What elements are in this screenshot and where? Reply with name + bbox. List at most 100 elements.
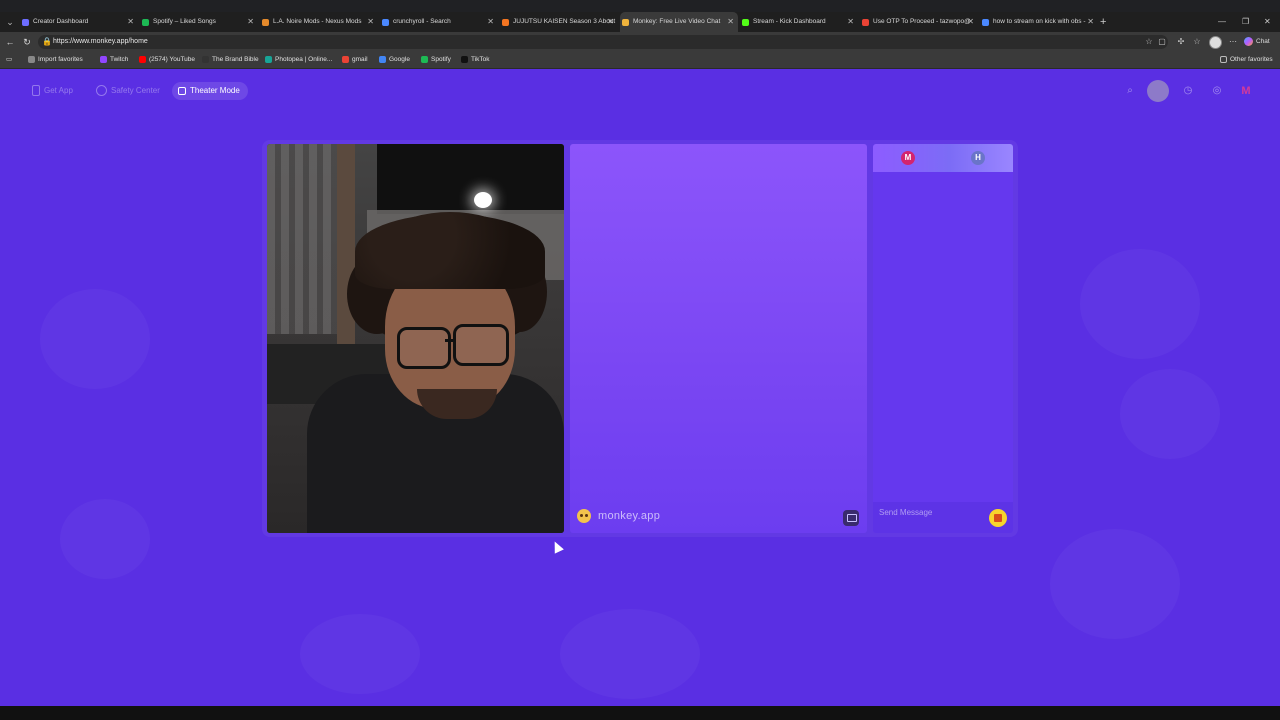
background-decoration xyxy=(1080,249,1200,359)
favorite-star-icon[interactable]: ☆ xyxy=(1143,35,1155,49)
browser-tab[interactable]: L.A. Noire Mods - Nexus Mods ✕ xyxy=(260,12,378,32)
browser-toolbar: ← ↻ 🔒 https://www.monkey.app/home ☆ ▢ ✣ … xyxy=(0,32,1280,52)
background-decoration xyxy=(300,614,420,694)
tab-title: JUJUTSU KAISEN Season 3 About xyxy=(513,18,616,25)
tiktok-icon xyxy=(461,55,468,63)
close-window-icon[interactable]: ✕ xyxy=(1264,12,1271,32)
tab-favicon-icon xyxy=(502,18,509,26)
bookmark-twitch[interactable]: Twitch xyxy=(100,52,128,68)
tab-title: Stream - Kick Dashboard xyxy=(753,18,826,25)
copilot-chat-button[interactable]: Chat xyxy=(1244,35,1270,49)
notifications-icon[interactable]: ◎ xyxy=(1209,83,1225,99)
bookmark-brand-bible[interactable]: The Brand Bible xyxy=(202,52,259,68)
address-bar[interactable]: 🔒 https://www.monkey.app/home xyxy=(38,35,1168,49)
background-decoration xyxy=(560,609,700,699)
background-decoration xyxy=(1120,369,1220,459)
new-tab-icon[interactable]: + xyxy=(1100,12,1106,32)
person-figure xyxy=(445,339,455,342)
safety-center-link[interactable]: Safety Center xyxy=(96,82,160,100)
restore-icon[interactable]: ❐ xyxy=(1242,12,1249,32)
person-figure xyxy=(355,214,545,289)
bookmark-label: gmail xyxy=(352,56,368,63)
screen-share-button[interactable] xyxy=(843,510,859,526)
message-input[interactable]: Send Message xyxy=(873,502,1013,533)
chat-panel: M H Send Message xyxy=(873,144,1013,533)
chat-tab-m[interactable]: M xyxy=(901,151,915,165)
gift-button[interactable] xyxy=(989,509,1007,527)
close-tab-icon[interactable]: ✕ xyxy=(1087,12,1094,32)
tab-title: Monkey: Free Live Video Chat xyxy=(633,18,721,25)
browser-tab-active[interactable]: Monkey: Free Live Video Chat ✕ xyxy=(620,12,738,32)
browser-tab[interactable]: Spotify – Liked Songs ✕ xyxy=(140,12,258,32)
minimize-icon[interactable]: — xyxy=(1218,12,1226,32)
theater-mode-label: Theater Mode xyxy=(190,86,240,95)
url-text[interactable]: https://www.monkey.app/home xyxy=(53,35,148,49)
close-tab-icon[interactable]: ✕ xyxy=(367,12,374,32)
bookmark-tiktok[interactable]: TikTok xyxy=(461,52,490,68)
browser-tab[interactable]: JUJUTSU KAISEN Season 3 About ✕ xyxy=(500,12,618,32)
bookmark-google[interactable]: Google xyxy=(379,52,410,68)
google-icon xyxy=(379,55,386,63)
browser-tab[interactable]: crunchyroll - Search ✕ xyxy=(380,12,498,32)
browser-tab[interactable]: how to stream on kick with obs - ✕ xyxy=(980,12,1098,32)
tab-title: Creator Dashboard xyxy=(33,18,89,25)
bookmark-label: The Brand Bible xyxy=(212,56,259,63)
close-tab-icon[interactable]: ✕ xyxy=(487,12,494,32)
tab-actions-menu-icon[interactable]: ⌄ xyxy=(4,16,16,28)
chat-tab-h[interactable]: H xyxy=(971,151,985,165)
youtube-icon xyxy=(139,55,146,63)
screen-icon xyxy=(847,514,857,522)
search-icon[interactable]: ⌕ xyxy=(1122,83,1138,99)
tab-favicon-icon xyxy=(22,18,29,26)
lock-icon: 🔒 xyxy=(42,37,52,46)
refresh-icon[interactable]: ↻ xyxy=(21,36,33,48)
twitch-icon xyxy=(100,55,107,63)
close-tab-icon[interactable]: ✕ xyxy=(247,12,254,32)
history-icon[interactable]: ◷ xyxy=(1180,83,1196,99)
close-tab-icon[interactable]: ✕ xyxy=(967,12,974,32)
phone-icon xyxy=(32,85,40,97)
tab-favicon-icon xyxy=(142,18,149,26)
bookmark-bar-icon[interactable]: ▭ xyxy=(6,52,12,68)
close-tab-icon[interactable]: ✕ xyxy=(127,12,134,32)
bookmark-label: Import favorites xyxy=(38,56,83,63)
bookmark-label: Other favorites xyxy=(1230,56,1273,63)
close-tab-icon[interactable]: ✕ xyxy=(727,12,734,32)
copilot-icon xyxy=(1244,36,1253,46)
bookmark-photopea[interactable]: Photopea | Online... xyxy=(265,52,332,68)
monkey-logo-icon xyxy=(577,509,591,523)
tab-title: L.A. Noire Mods - Nexus Mods xyxy=(273,18,362,25)
bookmark-label: TikTok xyxy=(471,56,490,63)
back-icon[interactable]: ← xyxy=(4,36,16,48)
bookmark-label: Twitch xyxy=(110,56,129,63)
close-tab-icon[interactable]: ✕ xyxy=(847,12,854,32)
get-app-label: Get App xyxy=(44,86,73,95)
person-figure xyxy=(453,324,509,366)
browser-tab[interactable]: Stream - Kick Dashboard ✕ xyxy=(740,12,858,32)
close-tab-icon[interactable]: ✕ xyxy=(607,12,614,32)
brand-bible-icon xyxy=(202,55,209,63)
safety-center-label: Safety Center xyxy=(111,86,160,95)
reader-icon[interactable]: ▢ xyxy=(1156,35,1168,49)
bookmark-label: Spotify xyxy=(431,56,451,63)
camera-background xyxy=(377,144,564,214)
background-decoration xyxy=(1050,529,1180,639)
bookmarks-bar: ▭ Import favorites Twitch (2574) YouTube… xyxy=(0,52,1280,69)
bookmark-import-favorites[interactable]: Import favorites xyxy=(28,52,83,68)
person-figure xyxy=(397,327,451,369)
favorites-icon[interactable]: ☆ xyxy=(1191,35,1203,49)
bookmark-spotify[interactable]: Spotify xyxy=(421,52,451,68)
browser-tab[interactable]: Creator Dashboard ✕ xyxy=(20,12,138,32)
home-avatar-button[interactable] xyxy=(1147,80,1169,102)
profile-avatar-icon[interactable] xyxy=(1209,36,1222,49)
photopea-icon xyxy=(265,55,272,63)
more-options-icon[interactable]: ⋯ xyxy=(1227,35,1239,49)
bookmark-youtube[interactable]: (2574) YouTube xyxy=(139,52,195,68)
bookmark-gmail[interactable]: gmail xyxy=(342,52,368,68)
browser-tab[interactable]: Use OTP To Proceed - tazwopo@ ✕ xyxy=(860,12,978,32)
profile-button[interactable]: M xyxy=(1237,82,1255,100)
other-favorites[interactable]: Other favorites xyxy=(1220,52,1273,68)
get-app-link[interactable]: Get App xyxy=(32,82,73,100)
theater-mode-button[interactable]: Theater Mode xyxy=(172,82,248,100)
extensions-icon[interactable]: ✣ xyxy=(1175,35,1187,49)
